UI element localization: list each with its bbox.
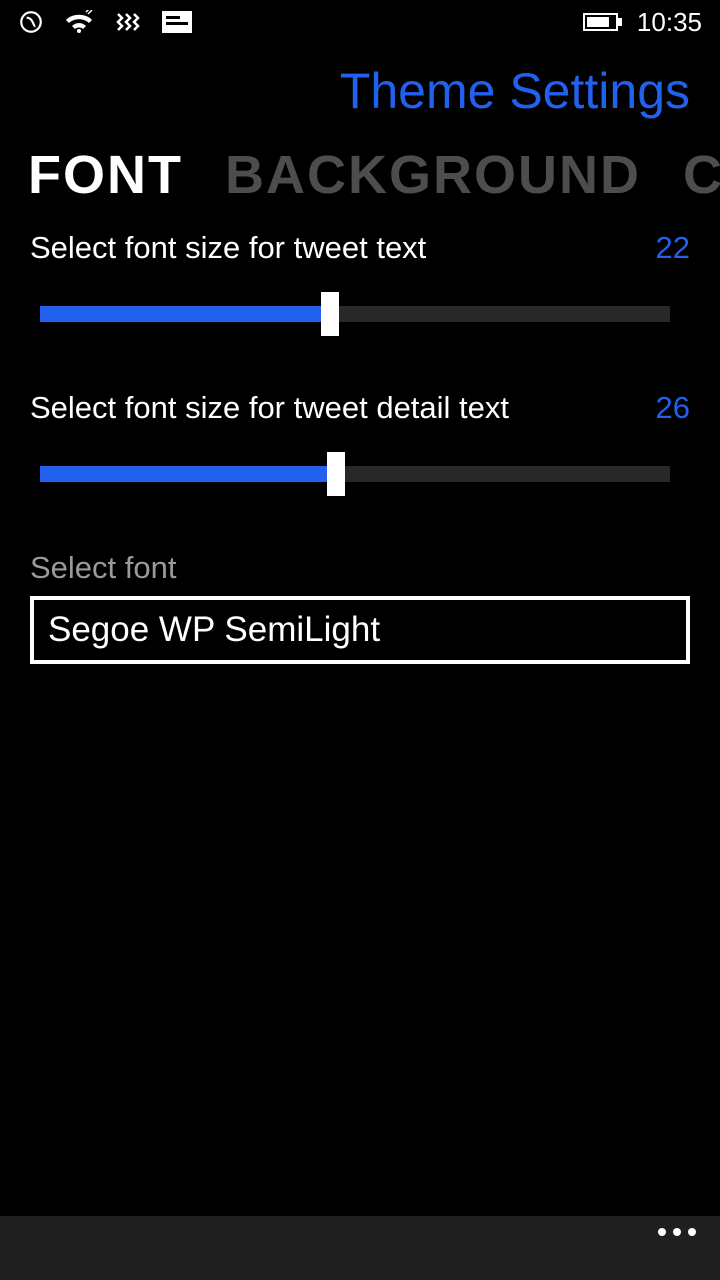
tweet-text-size-slider[interactable] bbox=[30, 296, 690, 332]
tab-font[interactable]: FONT bbox=[28, 144, 183, 206]
tweet-text-size-value: 22 bbox=[656, 230, 690, 266]
tab-next-partial[interactable]: C bbox=[683, 144, 720, 206]
tweet-text-size-block: Select font size for tweet text 22 bbox=[30, 230, 690, 332]
page-title: Theme Settings bbox=[0, 44, 720, 134]
tweet-detail-size-value: 26 bbox=[656, 390, 690, 426]
status-bar: 10:35 bbox=[0, 0, 720, 44]
more-icon[interactable] bbox=[658, 1228, 696, 1236]
app-bar bbox=[0, 1216, 720, 1280]
nfc-icon bbox=[18, 9, 44, 35]
vibrate-icon bbox=[114, 10, 142, 34]
wifi-icon bbox=[64, 10, 94, 34]
tab-background[interactable]: BACKGROUND bbox=[225, 144, 641, 206]
tweet-text-size-label: Select font size for tweet text bbox=[30, 230, 426, 266]
tweet-detail-size-slider[interactable] bbox=[30, 456, 690, 492]
select-font-label: Select font bbox=[30, 550, 690, 586]
status-time: 10:35 bbox=[637, 7, 702, 38]
text-note-icon bbox=[162, 11, 192, 33]
battery-icon bbox=[583, 12, 623, 32]
status-right: 10:35 bbox=[583, 7, 702, 38]
tweet-detail-size-block: Select font size for tweet detail text 2… bbox=[30, 390, 690, 492]
select-font-block: Select font Segoe WP SemiLight bbox=[30, 550, 690, 664]
content: Select font size for tweet text 22 Selec… bbox=[0, 206, 720, 664]
tweet-detail-size-label: Select font size for tweet detail text bbox=[30, 390, 509, 426]
select-font-dropdown[interactable]: Segoe WP SemiLight bbox=[30, 596, 690, 664]
pivot-tabs: FONT BACKGROUND C bbox=[0, 134, 720, 206]
status-left-icons bbox=[18, 9, 192, 35]
